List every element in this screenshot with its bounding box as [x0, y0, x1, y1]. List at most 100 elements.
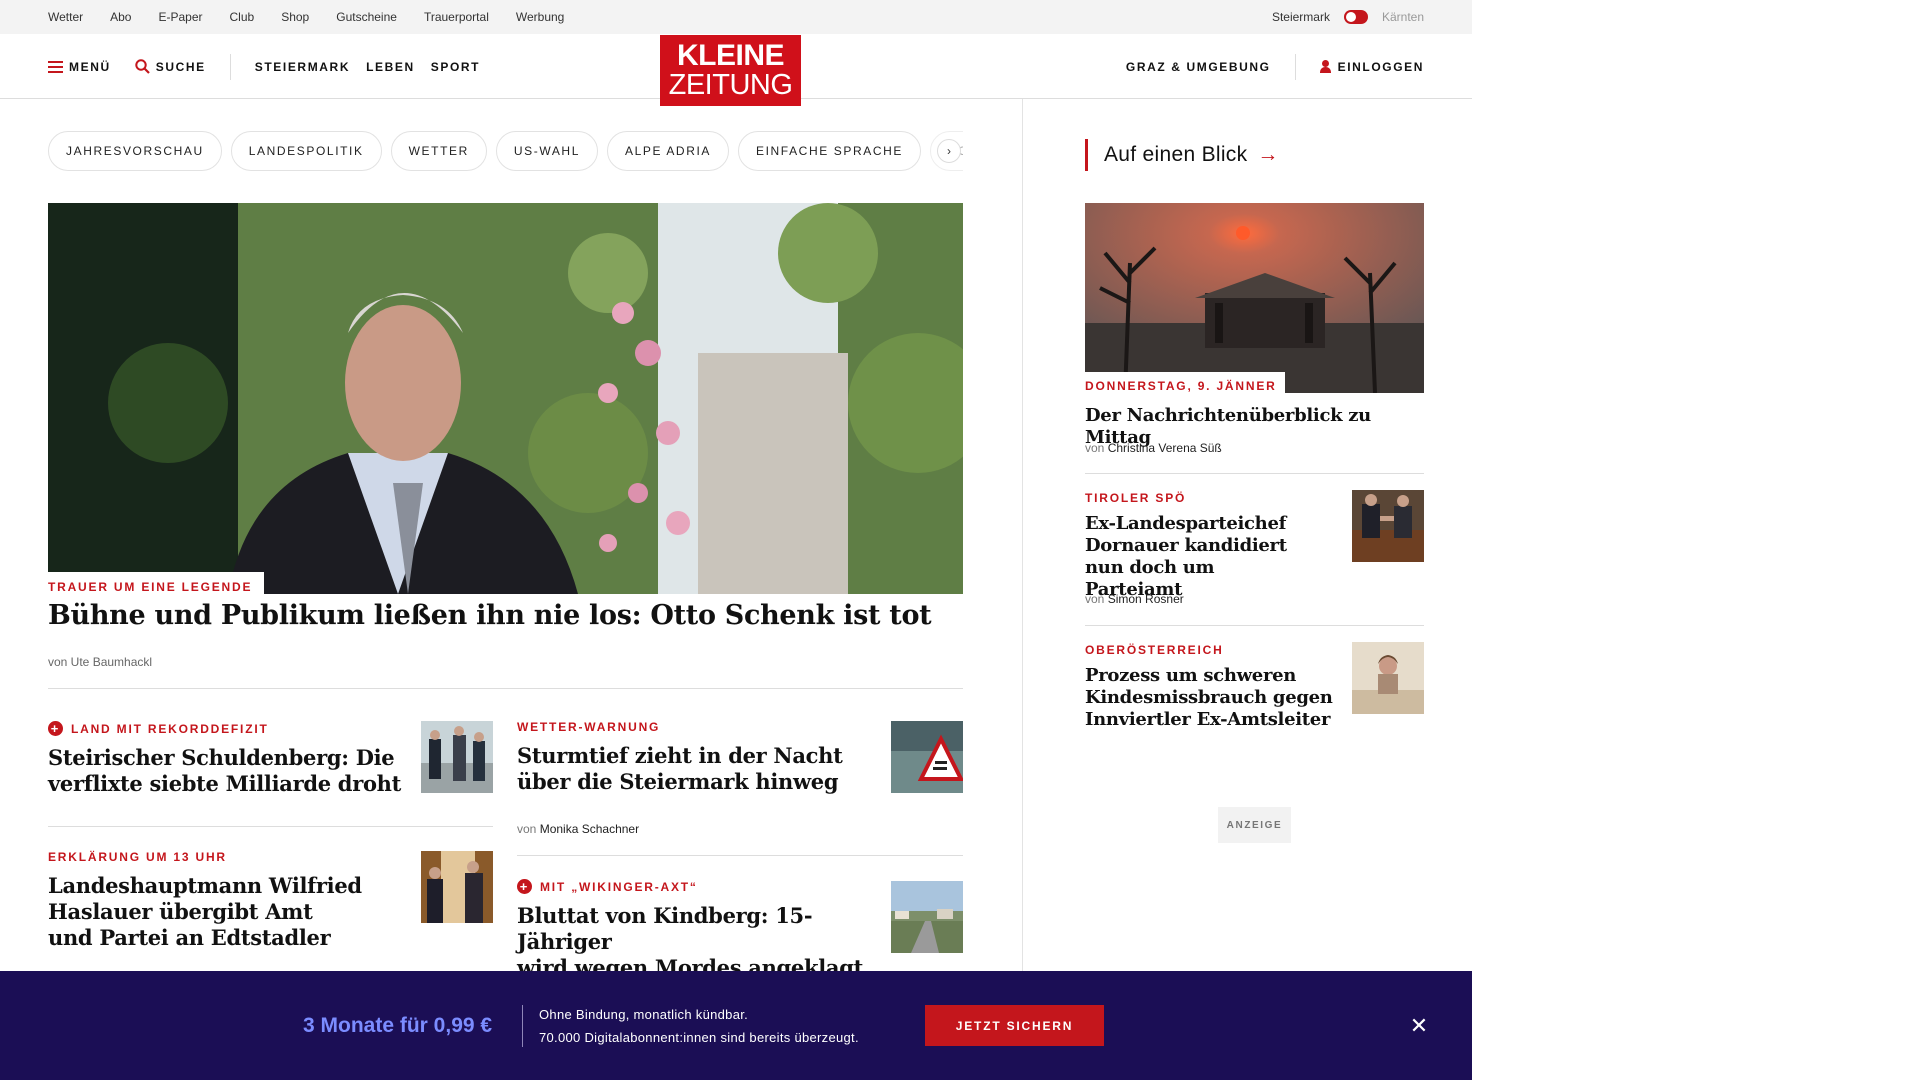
sidebar-headline[interactable]: Prozess um schweren Kindesmissbrauch geg… [1085, 665, 1335, 731]
utility-link-shop[interactable]: Shop [281, 10, 309, 24]
utility-bar: Wetter Abo E-Paper Club Shop Gutscheine … [0, 0, 1472, 34]
sidebar-kicker: DONNERSTAG, 9. JÄNNER [1085, 379, 1277, 393]
utility-links: Wetter Abo E-Paper Club Shop Gutscheine … [48, 0, 564, 34]
article-kicker: + MIT „WIKINGER-AXT“ [517, 879, 698, 894]
header-right: GRAZ & UMGEBUNG EINLOGGEN [1126, 34, 1424, 99]
nav-steiermark[interactable]: STEIERMARK [255, 60, 350, 74]
hero-headline[interactable]: Bühne und Publikum ließen ihn nie los: O… [48, 600, 932, 631]
article-thumbnail[interactable] [421, 721, 493, 793]
sidebar-thumbnail[interactable] [1352, 490, 1424, 562]
sidebar-author[interactable]: von Christina Verena Süß [1085, 441, 1222, 455]
hamburger-icon [48, 60, 63, 73]
login-button[interactable]: EINLOGGEN [1338, 60, 1424, 74]
promo-divider [522, 1005, 523, 1047]
article-author[interactable]: von Monika Schachner [517, 822, 639, 836]
hero-photo [48, 203, 963, 594]
utility-link-club[interactable]: Club [230, 10, 255, 24]
article-kicker: WETTER-WARNUNG [517, 720, 660, 734]
region-link[interactable]: GRAZ & UMGEBUNG [1126, 60, 1271, 74]
chip-einfache-sprache[interactable]: EINFACHE SPRACHE [738, 131, 921, 171]
sidebar-kicker-text: DONNERSTAG, 9. JÄNNER [1085, 379, 1277, 393]
article-kicker-text: ERKLÄRUNG UM 13 UHR [48, 850, 227, 864]
author-prefix: von [1085, 441, 1105, 455]
arrow-right-icon: → [1257, 143, 1279, 166]
header-divider-right [1294, 53, 1296, 80]
chip-us-wahl[interactable]: US-WAHL [495, 131, 598, 171]
region-steiermark[interactable]: Steiermark [1272, 10, 1330, 24]
header-divider [229, 53, 231, 80]
region-kaernten[interactable]: Kärnten [1382, 10, 1424, 24]
main-header: MENÜ SUCHE STEIERMARK LEBEN SPORT KLEINE… [0, 34, 1472, 106]
article-headline[interactable]: Steirischer Schuldenberg: Die verflixte … [48, 745, 408, 797]
logo-line-2: ZEITUNG [668, 69, 793, 101]
headline-line: Innviertler Ex-Amtsleiter [1085, 709, 1331, 730]
topic-chips: JAHRESVORSCHAU LANDESPOLITIK WETTER US-W… [48, 131, 963, 171]
sidebar-lead-image[interactable] [1085, 203, 1424, 393]
headline-line: verflixte siebte Milliarde droht [48, 771, 402, 796]
hero-kicker: TRAUER UM EINE LEGENDE [48, 572, 265, 594]
menu-label: MENÜ [69, 59, 111, 74]
search-label: SUCHE [155, 59, 206, 74]
author-name: Simon Rosner [1107, 592, 1184, 606]
headline-line: Steirischer Schuldenberg: Die [48, 745, 395, 770]
nav-sport[interactable]: SPORT [431, 60, 480, 74]
utility-link-gutscheine[interactable]: Gutscheine [336, 10, 397, 24]
article-headline[interactable]: Landeshauptmann Wilfried Haslauer übergi… [48, 873, 408, 951]
article-kicker: + LAND MIT REKORDDEFIZIT [48, 721, 269, 736]
utility-link-abo[interactable]: Abo [110, 10, 131, 24]
utility-link-werbung[interactable]: Werbung [516, 10, 564, 24]
author-prefix: von [1085, 592, 1105, 606]
sidebar-headline[interactable]: Ex-Landesparteichef Dornauer kandidiert … [1085, 513, 1315, 601]
utility-link-wetter[interactable]: Wetter [48, 10, 83, 24]
sidebar-author[interactable]: von Simon Rosner [1085, 592, 1184, 606]
article-kicker-text: LAND MIT REKORDDEFIZIT [71, 721, 269, 736]
nav-leben[interactable]: LEBEN [366, 60, 415, 74]
search-button[interactable]: SUCHE [135, 59, 206, 74]
plus-premium-icon: + [48, 721, 63, 736]
sidebar-kicker: OBERÖSTERREICH [1085, 643, 1224, 657]
utility-link-trauerportal[interactable]: Trauerportal [424, 10, 489, 24]
hero-author[interactable]: von Ute Baumhackl [48, 655, 152, 669]
article-headline[interactable]: Sturmtief zieht in der Nacht über die St… [517, 743, 877, 795]
headline-line: Landeshauptmann Wilfried [48, 873, 362, 898]
chip-landespolitik[interactable]: LANDESPOLITIK [230, 131, 382, 171]
chip-alpe-adria[interactable]: ALPE ADRIA [606, 131, 729, 171]
promo-line-1: Ohne Bindung, monatlich kündbar. [539, 1007, 749, 1022]
headline-line: Dornauer kandidiert [1085, 535, 1287, 556]
headline-line: Ex-Landesparteichef [1085, 513, 1287, 534]
menu-button[interactable]: MENÜ [48, 60, 111, 74]
utility-link-epaper[interactable]: E-Paper [158, 10, 202, 24]
region-toggle[interactable] [1343, 10, 1368, 24]
sidebar-kicker: TIROLER SPÖ [1085, 491, 1186, 505]
at-a-glance-heading[interactable]: Auf einen Blick → [1085, 139, 1279, 171]
chips-next-button[interactable]: › [937, 139, 961, 163]
divider [48, 826, 493, 827]
article-headline[interactable]: Bluttat von Kindberg: 15-Jähriger wird w… [517, 903, 897, 981]
ad-label: ANZEIGE [1218, 807, 1291, 843]
at-a-glance-label: Auf einen Blick [1104, 143, 1248, 166]
headline-line: und Partei an Edtstadler [48, 925, 331, 950]
chip-jahresvorschau[interactable]: JAHRESVORSCHAU [48, 131, 222, 171]
plus-premium-icon: + [517, 879, 532, 894]
article-thumbnail[interactable] [421, 851, 493, 923]
subscribe-button[interactable]: JETZT SICHERN [925, 1005, 1104, 1046]
chip-wetter[interactable]: WETTER [390, 131, 487, 171]
headline-line: Haslauer übergibt Amt [48, 899, 313, 924]
divider [517, 855, 963, 856]
blank-area [1472, 0, 1920, 1080]
logo-line-1: KLEINE [676, 39, 785, 72]
close-icon[interactable]: ✕ [1406, 1013, 1432, 1039]
article-kicker: ERKLÄRUNG UM 13 UHR [48, 850, 227, 864]
article-thumbnail[interactable] [891, 881, 963, 953]
hero-image[interactable] [48, 203, 963, 594]
header-left: MENÜ SUCHE STEIERMARK LEBEN SPORT [48, 34, 480, 99]
article-thumbnail[interactable] [891, 721, 963, 793]
divider [48, 688, 963, 689]
region-switch: Steiermark Kärnten [1272, 0, 1424, 34]
author-name: Christina Verena Süß [1107, 441, 1222, 455]
headline-line: Sturmtief zieht in der Nacht [517, 743, 843, 768]
article-kicker-text: WETTER-WARNUNG [517, 720, 661, 734]
site-logo[interactable]: KLEINE ZEITUNG [660, 35, 801, 106]
page: Wetter Abo E-Paper Club Shop Gutscheine … [0, 0, 1472, 1080]
sidebar-thumbnail[interactable] [1352, 642, 1424, 714]
